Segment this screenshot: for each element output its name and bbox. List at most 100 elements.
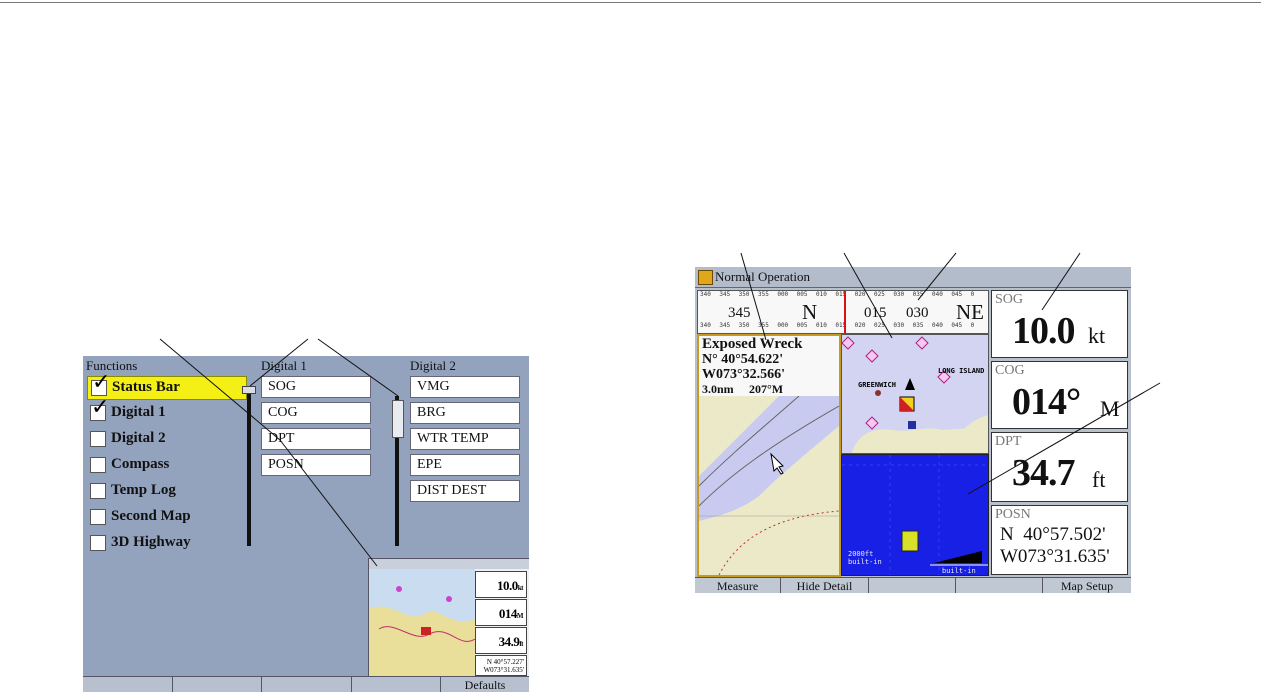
left-softkey-bar: Defaults — [83, 676, 529, 692]
defaults-button[interactable]: Defaults — [441, 677, 529, 692]
compass-tick-label: 035 — [912, 322, 924, 329]
digital2-slider-handle[interactable] — [392, 400, 404, 438]
checkbox[interactable] — [90, 483, 106, 499]
preview-sog-box: 10.0kt — [475, 571, 527, 598]
sog-value: 10.0 — [1012, 310, 1075, 352]
digital2-field-brg[interactable]: BRG — [410, 402, 520, 424]
digital2-field-epe[interactable]: EPE — [410, 454, 520, 476]
cog-label: COG — [995, 363, 1025, 378]
function-label: Compass — [111, 456, 170, 472]
hide-detail-button[interactable]: Hide Detail — [781, 578, 869, 593]
compass-tick-label: 025 — [874, 291, 885, 298]
compass-tick-label: 0 — [970, 291, 975, 298]
detail-map-panel[interactable]: GREENWICH LONG ISLAND — [841, 334, 989, 454]
waypoint-info: Exposed Wreck N° 40°54.622' W073°32.566'… — [699, 336, 839, 396]
compass-tick-label: 010 — [816, 322, 827, 329]
checkbox[interactable]: ✓ — [90, 397, 109, 421]
preview-cog-box: 014M — [475, 599, 527, 626]
preview-cog-value: 014M — [498, 606, 524, 621]
compass-label-ne: NE — [956, 300, 984, 324]
dpt-data-field[interactable]: DPT 34.7 ft — [991, 432, 1128, 502]
map-label-greenwich: GREENWICH — [858, 381, 896, 389]
waypoint-name: Exposed Wreck — [702, 336, 803, 352]
softkey-4[interactable] — [352, 677, 441, 692]
preview-title-bar — [369, 559, 529, 569]
softkey-3[interactable] — [869, 578, 956, 593]
compass-tick-label: 030 — [893, 322, 905, 329]
measure-button[interactable]: Measure — [695, 578, 781, 593]
compass-tick-label: 035 — [912, 291, 924, 298]
title-bar: Normal Operation — [695, 267, 1131, 288]
checkbox[interactable] — [90, 535, 106, 551]
right-softkey-bar: Measure Hide Detail Map Setup — [695, 577, 1131, 593]
compass-tick-label: 025 — [874, 322, 885, 329]
digital2-field-wtr-temp[interactable]: WTR TEMP — [410, 428, 520, 450]
digital1-field-cog[interactable]: COG — [261, 402, 371, 424]
compass-tick-label: 355 — [758, 291, 769, 298]
digital1-slider-handle[interactable] — [242, 386, 256, 394]
normal-operation-screen: Normal Operation 340 345 350 355 000 005 010 01… — [695, 267, 1131, 593]
digital1-field-dpt[interactable]: DPT — [261, 428, 371, 450]
cog-data-field[interactable]: COG 014° M — [991, 361, 1128, 429]
waypoint-bearing: 207°M — [749, 382, 784, 396]
function-second-map[interactable]: Second Map — [87, 506, 245, 528]
compass-ticks-top: 340 345 350 355 000 005 010 015 020 025 030 035 040 0… — [698, 291, 988, 301]
digital1-field-sog[interactable]: SOG — [261, 376, 371, 398]
dpt-label: DPT — [995, 434, 1022, 449]
compass-tick-label: 340 — [700, 291, 711, 298]
digital2-header: Digital 2 — [410, 358, 456, 373]
compass-tick-label: 020 — [854, 322, 866, 329]
function-label: Status Bar — [112, 379, 180, 395]
preview-posn-lat: N 40°57.227' — [486, 658, 524, 666]
posn-data-field[interactable]: POSN N 40°57.502' W073°31.635' — [991, 505, 1128, 575]
function-temp-log[interactable]: Temp Log — [87, 480, 245, 502]
compass-label-n: N — [802, 300, 818, 324]
screen-title: Normal Operation — [715, 269, 810, 284]
function-digital1[interactable]: ✓ Digital 1 — [87, 397, 245, 424]
digital1-slider-track[interactable] — [247, 386, 251, 546]
checkbox[interactable] — [90, 431, 106, 447]
checkbox[interactable] — [90, 457, 106, 473]
posn-lat: N 40°57.502' — [1000, 524, 1106, 545]
compass-tick-label: 340 — [700, 322, 711, 329]
digital2-field-dist-dest[interactable]: DIST DEST — [410, 480, 520, 502]
softkey-3[interactable] — [262, 677, 352, 692]
posn-lon: W073°31.635' — [1000, 546, 1110, 567]
digital1-field-posn[interactable]: POSN — [261, 454, 371, 476]
heading-marker — [844, 291, 846, 333]
function-3d-highway[interactable]: 3D Highway — [87, 532, 245, 554]
compass-tick-label: 000 — [777, 291, 789, 298]
checkbox[interactable]: ✓ — [91, 372, 110, 396]
compass-tick-label: 040 — [932, 291, 943, 298]
compass-label-015: 015 — [864, 305, 887, 321]
preview-posn-lon: W073°31.635' — [483, 666, 524, 674]
softkey-2[interactable] — [173, 677, 262, 692]
preview-dpt-value: 34.9ft — [498, 634, 524, 649]
compass-tape: 340 345 350 355 000 005 010 015 020 025 030 035 040 0… — [697, 290, 989, 334]
compass-tick-label: 355 — [758, 322, 769, 329]
map-setup-button[interactable]: Map Setup — [1043, 578, 1131, 593]
sonar-panel[interactable]: 2000ft built-in built-in — [841, 454, 989, 576]
compass-tick-label: 350 — [738, 291, 750, 298]
function-label: Digital 2 — [111, 430, 166, 446]
checkmark-icon: ✓ — [92, 370, 111, 395]
data-fields-setup-screen: Functions Digital 1 Digital 2 ✓ Status B… — [83, 356, 529, 692]
digital2-field-vmg[interactable]: VMG — [410, 376, 520, 398]
function-label: 3D Highway — [111, 534, 191, 550]
dpt-value: 34.7 — [1012, 452, 1075, 494]
detail-map-icon — [842, 335, 988, 453]
waypoint-map-panel[interactable]: Exposed Wreck N° 40°54.622' W073°32.566'… — [697, 334, 841, 577]
compass-tick-label: 010 — [816, 291, 827, 298]
function-digital2[interactable]: Digital 2 — [87, 428, 245, 450]
function-status-bar[interactable]: ✓ Status Bar — [87, 372, 247, 400]
layout-preview-thumbnail: 10.0kt 014M 34.9ft N 40°57.227' W073°31.… — [368, 558, 529, 678]
preview-map-icon — [369, 569, 475, 677]
checkbox[interactable] — [90, 509, 106, 525]
softkey-1[interactable] — [83, 677, 173, 692]
softkey-4[interactable] — [956, 578, 1043, 593]
compass-label-030: 030 — [906, 305, 929, 321]
function-compass[interactable]: Compass — [87, 454, 245, 476]
sog-unit: kt — [1088, 323, 1106, 348]
waypoint-lat: N° 40°54.622' — [702, 352, 784, 367]
sog-data-field[interactable]: SOG 10.0 kt — [991, 290, 1128, 358]
